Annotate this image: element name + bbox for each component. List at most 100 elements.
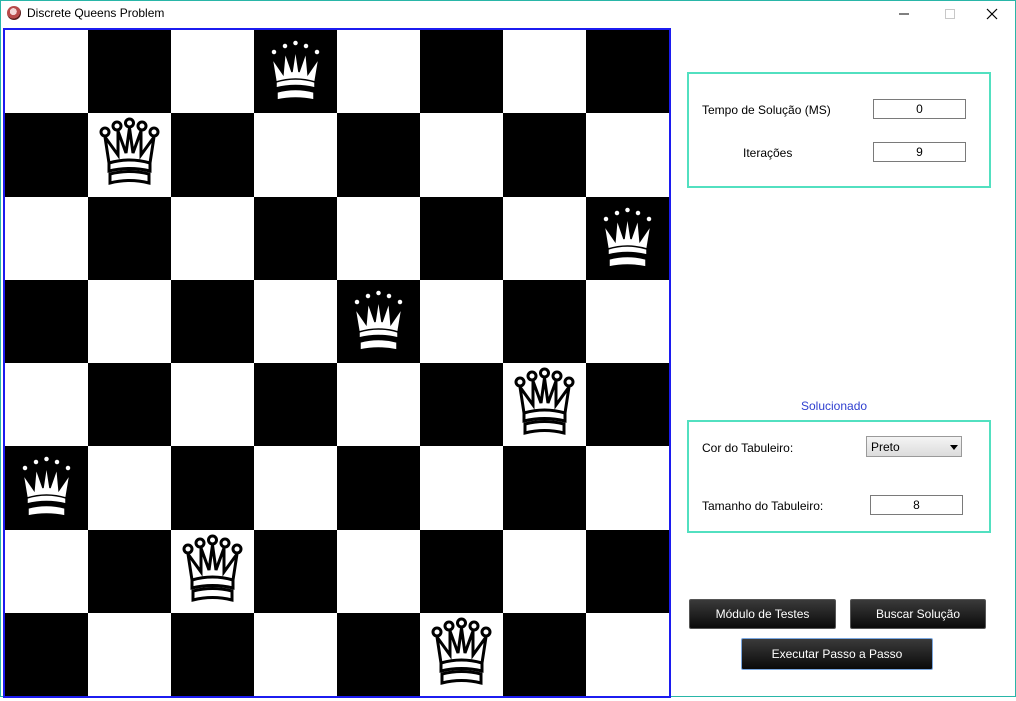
board-square[interactable]	[337, 529, 420, 613]
time-field[interactable]: 0	[873, 99, 966, 119]
board-square[interactable]	[254, 529, 337, 613]
test-module-button[interactable]: Módulo de Testes	[689, 599, 836, 629]
board-square[interactable]	[5, 30, 88, 114]
board-square[interactable]	[337, 30, 420, 114]
queen-icon	[503, 363, 586, 446]
board-square[interactable]	[503, 30, 586, 114]
board-square[interactable]	[171, 446, 254, 530]
board-square[interactable]	[337, 113, 420, 197]
board-square[interactable]	[5, 279, 88, 363]
board-square[interactable]	[420, 363, 503, 447]
board-grid	[5, 30, 669, 696]
board-square[interactable]	[171, 113, 254, 197]
board-square[interactable]	[586, 196, 669, 280]
settings-panel: Cor do Tabuleiro: Preto Tamanho do Tabul…	[687, 420, 991, 533]
board-square[interactable]	[420, 529, 503, 613]
maximize-button[interactable]	[927, 1, 973, 27]
board-square[interactable]	[586, 612, 669, 696]
close-button[interactable]	[969, 1, 1015, 27]
board-square[interactable]	[503, 529, 586, 613]
board-square[interactable]	[337, 196, 420, 280]
iterations-label: Iterações	[743, 146, 793, 160]
board-square[interactable]	[337, 446, 420, 530]
search-solution-button[interactable]: Buscar Solução	[850, 599, 986, 629]
queen-icon	[586, 197, 669, 280]
chess-board[interactable]	[3, 28, 671, 698]
board-square[interactable]	[171, 279, 254, 363]
board-color-value: Preto	[871, 440, 900, 454]
board-size-field[interactable]: 8	[870, 495, 963, 515]
board-square[interactable]	[5, 612, 88, 696]
maximize-icon	[945, 9, 955, 19]
board-square[interactable]	[503, 363, 586, 447]
board-square[interactable]	[420, 279, 503, 363]
board-square[interactable]	[5, 196, 88, 280]
board-square[interactable]	[88, 279, 171, 363]
minimize-icon	[899, 13, 909, 15]
board-square[interactable]	[88, 196, 171, 280]
queen-icon	[254, 30, 337, 113]
board-square[interactable]	[254, 279, 337, 363]
board-square[interactable]	[503, 612, 586, 696]
step-by-step-button[interactable]: Executar Passo a Passo	[741, 638, 933, 670]
board-square[interactable]	[586, 446, 669, 530]
board-color-select[interactable]: Preto	[866, 436, 962, 457]
board-square[interactable]	[254, 113, 337, 197]
queen-icon	[420, 613, 503, 696]
board-square[interactable]	[337, 612, 420, 696]
board-square[interactable]	[586, 113, 669, 197]
board-square[interactable]	[420, 113, 503, 197]
queen-icon	[88, 113, 171, 196]
time-label: Tempo de Solução (MS)	[702, 103, 831, 117]
board-square[interactable]	[171, 363, 254, 447]
window-title: Discrete Queens Problem	[27, 6, 165, 20]
board-square[interactable]	[254, 363, 337, 447]
close-icon	[986, 8, 998, 20]
board-size-label: Tamanho do Tabuleiro:	[702, 499, 824, 513]
board-square[interactable]	[586, 529, 669, 613]
board-square[interactable]	[586, 279, 669, 363]
minimize-button[interactable]	[881, 1, 927, 27]
board-square[interactable]	[337, 279, 420, 363]
board-square[interactable]	[171, 612, 254, 696]
board-square[interactable]	[503, 196, 586, 280]
board-square[interactable]	[88, 30, 171, 114]
board-square[interactable]	[254, 446, 337, 530]
board-square[interactable]	[171, 30, 254, 114]
board-square[interactable]	[503, 113, 586, 197]
board-square[interactable]	[420, 446, 503, 530]
board-square[interactable]	[254, 30, 337, 114]
board-square[interactable]	[171, 529, 254, 613]
board-square[interactable]	[337, 363, 420, 447]
board-square[interactable]	[420, 196, 503, 280]
board-square[interactable]	[88, 363, 171, 447]
board-square[interactable]	[254, 612, 337, 696]
title-bar[interactable]: Discrete Queens Problem	[1, 1, 1015, 27]
board-square[interactable]	[88, 529, 171, 613]
iterations-field[interactable]: 9	[873, 142, 966, 162]
status-text: Solucionado	[801, 399, 868, 413]
board-square[interactable]	[586, 30, 669, 114]
app-window: Discrete Queens Problem Tempo de Solução…	[0, 0, 1016, 698]
board-square[interactable]	[88, 612, 171, 696]
board-square[interactable]	[503, 446, 586, 530]
board-square[interactable]	[5, 113, 88, 197]
chevron-down-icon	[950, 445, 958, 450]
queen-icon	[5, 446, 88, 529]
board-square[interactable]	[88, 446, 171, 530]
board-square[interactable]	[254, 196, 337, 280]
board-square[interactable]	[503, 279, 586, 363]
queen-icon	[337, 280, 420, 363]
board-square[interactable]	[5, 363, 88, 447]
board-square[interactable]	[586, 363, 669, 447]
board-square[interactable]	[420, 30, 503, 114]
board-square[interactable]	[420, 612, 503, 696]
board-square[interactable]	[5, 529, 88, 613]
board-color-label: Cor do Tabuleiro:	[702, 441, 794, 455]
board-square[interactable]	[88, 113, 171, 197]
stats-panel: Tempo de Solução (MS) 0 Iterações 9	[687, 72, 991, 188]
board-square[interactable]	[5, 446, 88, 530]
board-square[interactable]	[171, 196, 254, 280]
app-icon	[7, 6, 21, 20]
queen-icon	[171, 530, 254, 613]
